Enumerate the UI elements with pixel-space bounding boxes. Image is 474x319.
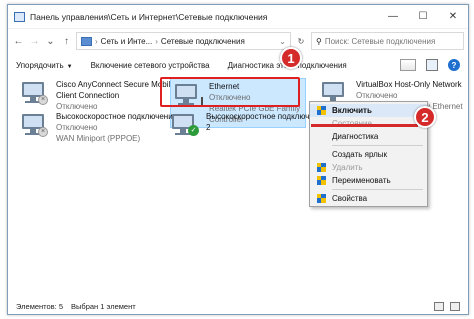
menu-item-delete[interactable]: Удалить [310, 161, 427, 174]
maximize-button[interactable]: ☐ [408, 5, 438, 29]
help-icon[interactable]: ? [448, 59, 460, 71]
view-controls: ? [400, 59, 460, 71]
menu-item-rename[interactable]: Переименовать [310, 174, 427, 187]
menu-item-label: Создать ярлык [332, 150, 388, 159]
change-view-icon[interactable] [400, 59, 416, 71]
menu-item-label: Переименовать [332, 176, 391, 185]
search-box[interactable]: ⚲ [311, 32, 464, 50]
items-count: Элементов: 5 [16, 301, 64, 311]
connection-pppoe-1[interactable]: × Высокоскоростное подключение Отключено… [20, 111, 177, 144]
menu-item-properties[interactable]: Свойства [310, 192, 427, 205]
window-title: Панель управления\Сеть и Интернет\Сетевы… [30, 11, 268, 22]
status-bar: Элементов: 5 Выбран 1 элемент [8, 298, 468, 314]
chevron-right-icon: › [155, 36, 158, 46]
ethernet-highlight-frame [160, 77, 300, 107]
control-panel-icon [81, 36, 92, 46]
menu-separator [332, 145, 423, 146]
back-button[interactable]: ← [12, 33, 25, 49]
up-button[interactable]: ↑ [60, 33, 73, 49]
title-bar: Панель управления\Сеть и Интернет\Сетевы… [8, 5, 468, 29]
menu-item-label: Диагностика [332, 132, 379, 141]
command-bar: Упорядочить ▼ Включение сетевого устройст… [8, 53, 468, 77]
address-row: ← → ⌄ ↑ › Сеть и Инте... › Сетевые подкл… [8, 29, 468, 53]
enable-device-button[interactable]: Включение сетевого устройства [91, 61, 210, 70]
menu-item-label: Включить [332, 106, 372, 115]
connection-name: VirtualBox Host-Only Network [356, 80, 462, 89]
close-button[interactable]: ✕ [438, 5, 468, 29]
refresh-icon[interactable]: ↻ [294, 37, 308, 46]
connection-status: Отключено [56, 123, 98, 132]
organize-button[interactable]: Упорядочить ▼ [16, 61, 73, 70]
preview-pane-icon[interactable] [426, 59, 438, 71]
minimize-button[interactable]: — [378, 5, 408, 29]
recent-dropdown-icon[interactable]: ⌄ [44, 33, 57, 49]
organize-label: Упорядочить [16, 60, 64, 70]
step-marker-2: 2 [414, 106, 436, 128]
network-adapter-icon: × [20, 79, 50, 107]
breadcrumb[interactable]: › Сеть и Инте... › Сетевые подключения ⌄ [76, 32, 291, 50]
disabled-badge-icon: × [38, 127, 48, 137]
breadcrumb-network[interactable]: Сеть и Инте... [101, 37, 153, 46]
chevron-down-icon: ▼ [66, 63, 73, 70]
menu-item-label: Удалить [332, 163, 363, 172]
menu-separator [332, 189, 423, 190]
menu-item-diagnose[interactable]: Диагностика [310, 130, 427, 143]
details-view-icon[interactable] [434, 301, 444, 311]
dialup-adapter-icon: × [20, 111, 50, 139]
breadcrumb-connections[interactable]: Сетевые подключения [161, 37, 245, 46]
dialup-adapter-icon: ✓ [170, 111, 200, 139]
enable-highlight-underline [311, 115, 418, 127]
connection-device: WAN Miniport (PPPOE) [56, 134, 141, 143]
connection-cisco[interactable]: × Cisco AnyConnect Secure Mobility Clien… [20, 79, 178, 112]
large-icons-view-icon[interactable] [450, 301, 460, 311]
menu-item-label: Свойства [332, 194, 368, 203]
status-view-icons [434, 301, 460, 311]
chevron-down-icon[interactable]: ⌄ [279, 37, 286, 46]
connection-status: Отключено [356, 91, 398, 100]
chevron-right-icon: › [95, 36, 98, 46]
uac-shield-icon [317, 163, 326, 173]
uac-shield-icon [317, 176, 326, 186]
search-icon: ⚲ [316, 36, 322, 46]
menu-item-create-shortcut[interactable]: Создать ярлык [310, 148, 427, 161]
selected-count: Выбран 1 элемент [71, 301, 136, 311]
disabled-badge-icon: × [38, 95, 48, 105]
search-input[interactable] [324, 36, 459, 46]
step-marker-1: 1 [280, 47, 302, 69]
connected-check-icon: ✓ [188, 125, 199, 136]
connection-pppoe-2[interactable]: ✓ Высокоскоростное подключение 2 [170, 111, 327, 139]
connection-name: Высокоскоростное подключение [56, 112, 178, 121]
uac-shield-icon [317, 194, 326, 204]
forward-button[interactable]: → [28, 33, 41, 49]
network-folder-icon [14, 11, 25, 22]
